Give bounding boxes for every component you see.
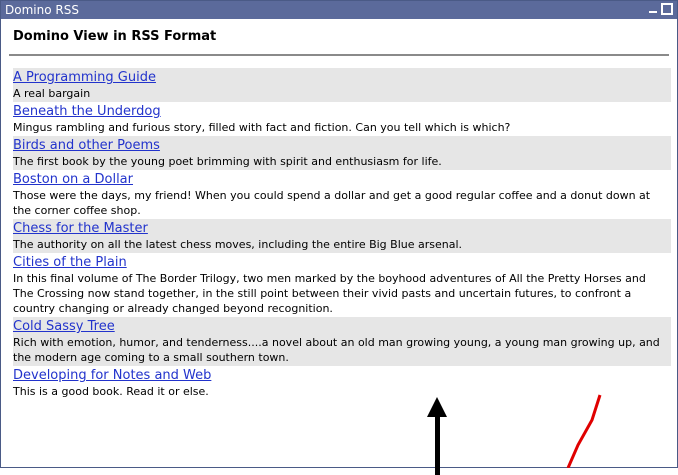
annotation-red-stroke	[566, 394, 602, 468]
